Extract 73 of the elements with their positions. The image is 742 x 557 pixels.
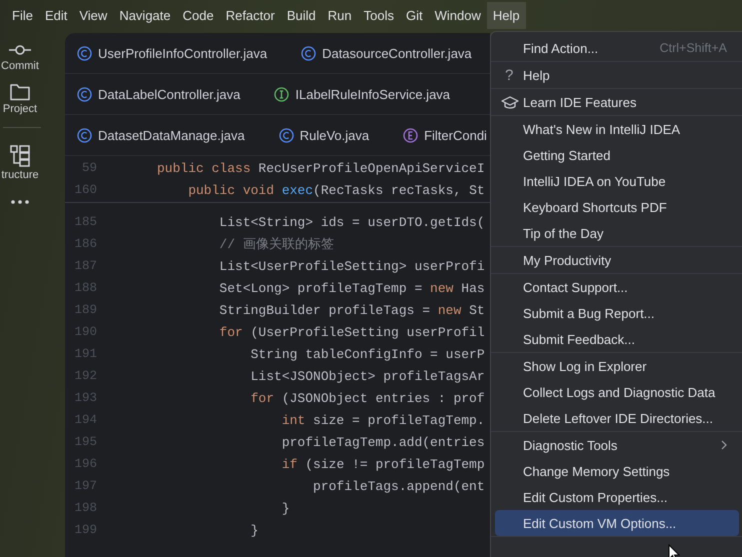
menu-item[interactable]: Edit Custom Properties... — [495, 484, 739, 510]
code-line: String tableConfigInfo = userP — [250, 346, 485, 362]
menu-item[interactable]: My Productivity — [495, 247, 739, 273]
menu-item[interactable]: Refactor — [220, 2, 281, 29]
chevron-right-icon — [721, 440, 727, 450]
menu-item[interactable]: Build — [280, 2, 322, 29]
menu-item[interactable]: Change Memory Settings — [495, 458, 739, 484]
menu-item[interactable]: Keyboard Shortcuts PDF — [495, 194, 739, 220]
menu-item[interactable]: Git — [400, 2, 429, 29]
code-line: for (UserProfileSetting userProfil — [218, 324, 485, 340]
folder-icon — [9, 82, 31, 102]
class-icon — [77, 128, 92, 142]
editor-tab[interactable]: FilterCondi — [403, 128, 487, 142]
code-line: int size = profileTagTemp. — [280, 412, 485, 428]
code-line: } — [250, 522, 258, 538]
menu-item[interactable]: Window — [428, 2, 487, 29]
structure-icon — [9, 144, 31, 168]
help-icon: ? — [505, 66, 514, 84]
editor-tab[interactable]: UserProfileInfoController.java — [77, 46, 268, 60]
menu-item[interactable]: Submit a Bug Report... — [495, 300, 739, 326]
code-line: List<JSONObject> profileTagsAr — [250, 368, 485, 384]
code-line: public class RecUserProfileOpenApiServiceI — [156, 160, 485, 176]
menu-item[interactable]: Learn IDE Features — [495, 89, 739, 115]
menu-item[interactable]: Edit — [38, 2, 74, 29]
code-line: profileTags.append(ent — [312, 478, 485, 494]
interface-icon — [274, 86, 290, 102]
code-line: profileTagTemp.add(entries — [280, 434, 485, 450]
tool-window-label[interactable]: Project — [2, 103, 38, 115]
shortcut-label: Ctrl+Shift+A — [660, 41, 728, 55]
code-line: } — [280, 500, 290, 516]
menu-item[interactable]: Run — [322, 2, 358, 29]
code-line: List<UserProfileSetting> userProfi — [218, 258, 485, 274]
editor-tab[interactable]: RuleVo.java — [278, 128, 370, 142]
tool-window-label[interactable]: Commit — [1, 60, 39, 72]
class-icon — [278, 128, 294, 142]
graduation-cap-icon — [501, 96, 519, 109]
class-icon — [77, 86, 92, 102]
menu-item[interactable]: Code — [176, 2, 220, 29]
code-line: // 画像关联的标签 — [218, 236, 334, 253]
code-line: StringBuilder profileTags = new St — [218, 302, 485, 318]
menu-item[interactable]: Getting Started — [495, 142, 739, 168]
menu-item[interactable]: Navigate — [113, 2, 177, 29]
tool-window-label[interactable]: tructure — [1, 169, 39, 181]
menu-item[interactable]: Collect Logs and Diagnostic Data — [495, 379, 739, 405]
editor-tab[interactable]: DataLabelController.java — [77, 86, 240, 102]
cursor-icon — [668, 544, 680, 557]
menu-item[interactable]: Submit Feedback... — [495, 326, 739, 352]
menu-item[interactable]: Help ? — [495, 62, 739, 88]
class-icon — [77, 46, 92, 60]
menu-item[interactable]: IntelliJ IDEA on YouTube — [495, 168, 739, 194]
menu-item[interactable]: What's New in IntelliJ IDEA — [495, 116, 739, 142]
code-line: List<String> ids = userDTO.getIds( — [218, 214, 485, 230]
more-icon — [10, 199, 30, 205]
code-line: Set<Long> profileTagTemp = new Has — [218, 280, 485, 296]
menu-item[interactable]: Tip of the Day — [495, 220, 739, 246]
menu-item[interactable]: Contact Support... — [495, 274, 739, 300]
class-icon — [301, 46, 316, 60]
menu-item[interactable]: View — [73, 2, 114, 29]
menu-item[interactable]: Edit Custom VM Options... — [495, 510, 739, 536]
menu-item[interactable]: Delete Leftover IDE Directories... — [495, 405, 739, 431]
menu-item[interactable]: Show Log in Explorer — [495, 353, 739, 379]
code-line: public void exec(RecTasks recTasks, St — [187, 182, 485, 198]
menu-item[interactable]: Help — [486, 2, 526, 29]
editor-tab[interactable]: ILabelRuleInfoService.java — [274, 86, 450, 102]
menu-item[interactable]: Diagnostic Tools — [495, 432, 739, 458]
editor-tab[interactable]: DatasourceController.java — [301, 46, 472, 60]
enum-icon — [403, 128, 418, 142]
menu-item[interactable]: Tools — [358, 2, 400, 29]
editor-tab[interactable]: DatasetDataManage.java — [77, 128, 245, 142]
menu-item[interactable]: File — [6, 2, 39, 29]
code-line: for (JSONObject entries : prof — [250, 390, 485, 406]
menu-item[interactable]: Find Action... Ctrl+Shift+A — [495, 35, 739, 61]
code-line: if (size != profileTagTemp — [280, 456, 485, 472]
